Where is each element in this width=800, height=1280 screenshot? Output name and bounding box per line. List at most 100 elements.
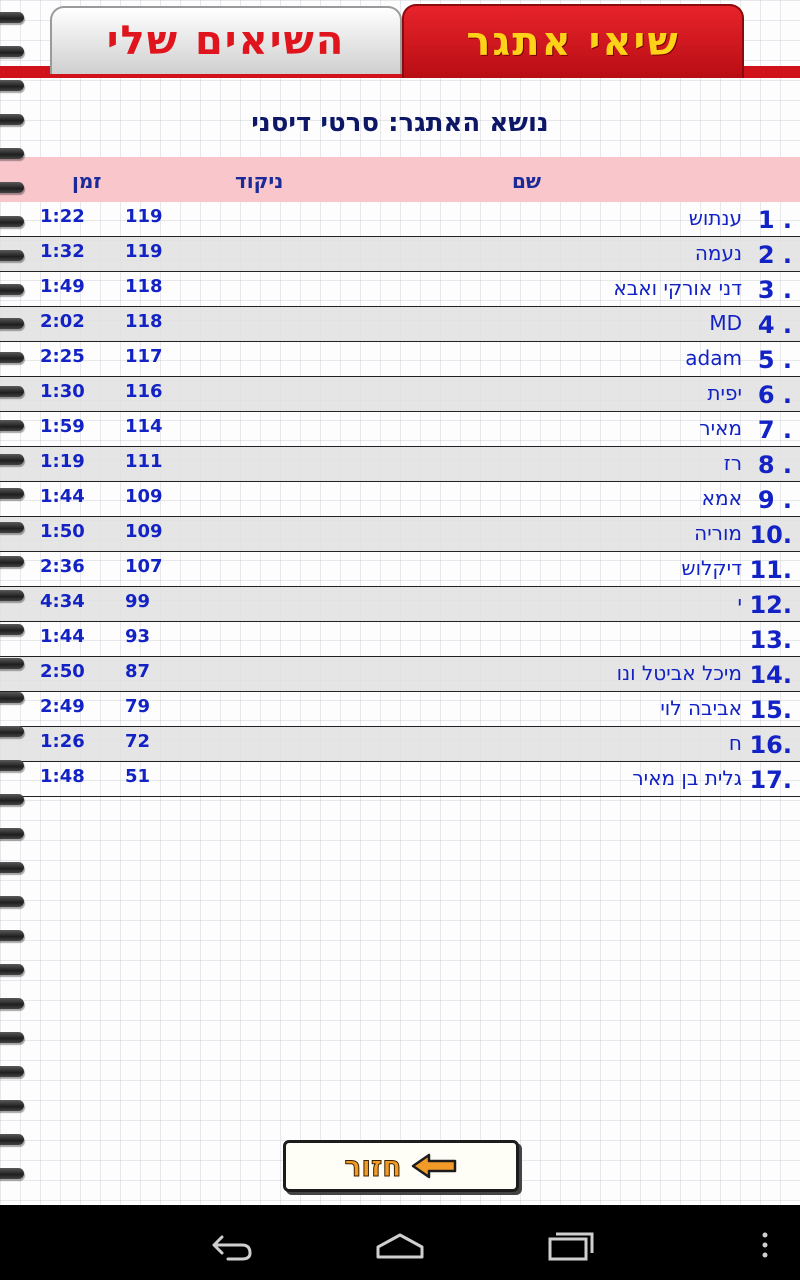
spiral-ring <box>0 114 24 125</box>
table-row: 10. מוריה 109 1:50 <box>0 517 800 552</box>
back-button[interactable]: חזור <box>283 1140 519 1192</box>
row-time: 1:49 <box>40 276 85 297</box>
spiral-ring <box>0 896 24 907</box>
table-row: 1 . ענתוש 119 1:22 <box>0 202 800 237</box>
row-time: 2:02 <box>40 311 85 332</box>
spiral-ring <box>0 250 24 261</box>
spiral-ring <box>0 1032 24 1043</box>
row-name: דיקלוש <box>681 556 742 580</box>
table-row: 17. גלית בן מאיר 51 1:48 <box>0 762 800 797</box>
row-name: מוריה <box>694 521 742 545</box>
row-time: 2:25 <box>40 346 85 367</box>
table-row: 4 . MD 118 2:02 <box>0 307 800 342</box>
spiral-ring <box>0 182 24 193</box>
spiral-ring <box>0 1066 24 1077</box>
spiral-ring <box>0 930 24 941</box>
row-name: יפית <box>707 381 742 405</box>
menu-icon[interactable] <box>750 1225 780 1265</box>
row-score: 114 <box>125 416 163 437</box>
spiral-ring <box>0 964 24 975</box>
spiral-ring <box>0 420 24 431</box>
tab-bar: השיאים שלי שיאי אתגר <box>0 0 800 80</box>
row-score: 107 <box>125 556 163 577</box>
row-score: 72 <box>125 731 151 752</box>
recents-icon[interactable] <box>540 1225 600 1265</box>
table-row: 5 . adam 117 2:25 <box>0 342 800 377</box>
row-score: 119 <box>125 241 163 262</box>
row-time: 1:22 <box>40 206 85 227</box>
tab-challenge-records[interactable]: שיאי אתגר <box>402 4 744 78</box>
spiral-ring <box>0 318 24 329</box>
spiral-ring <box>0 216 24 227</box>
spiral-ring <box>0 1134 24 1145</box>
spiral-ring <box>0 658 24 669</box>
row-time: 1:30 <box>40 381 85 402</box>
spiral-ring <box>0 862 24 873</box>
row-time: 1:50 <box>40 521 85 542</box>
table-row: 14. מיכל אביטל ונו 87 2:50 <box>0 657 800 692</box>
row-score: 99 <box>125 591 151 612</box>
spiral-ring <box>0 794 24 805</box>
spiral-ring <box>0 454 24 465</box>
back-button-label: חזור <box>344 1149 402 1183</box>
row-name: י <box>737 591 742 615</box>
system-nav-bar <box>0 1205 800 1280</box>
row-score: 111 <box>125 451 163 472</box>
row-time: 2:49 <box>40 696 85 717</box>
spiral-ring <box>0 828 24 839</box>
table-row: 9 . אמא 109 1:44 <box>0 482 800 517</box>
page-title: נושא האתגר: סרטי דיסני <box>251 108 549 138</box>
home-icon[interactable] <box>370 1225 430 1265</box>
row-name: רז <box>723 451 742 475</box>
row-time: 2:50 <box>40 661 85 682</box>
tab-my-records[interactable]: השיאים שלי <box>50 6 402 74</box>
spiral-ring <box>0 760 24 771</box>
row-time: 1:19 <box>40 451 85 472</box>
row-score: 79 <box>125 696 151 717</box>
row-name: גלית בן מאיר <box>632 766 742 790</box>
spiral-ring <box>0 556 24 567</box>
row-score: 87 <box>125 661 151 682</box>
arrow-left-icon <box>412 1153 457 1179</box>
table-row: 6 . יפית 116 1:30 <box>0 377 800 412</box>
table-row: 16. ח 72 1:26 <box>0 727 800 762</box>
row-name: adam <box>685 346 742 370</box>
row-name: ח <box>728 731 742 755</box>
row-time: 1:44 <box>40 626 85 647</box>
back-icon[interactable] <box>200 1225 260 1265</box>
table-header: שם ניקוד זמן <box>0 157 800 202</box>
spiral-ring <box>0 488 24 499</box>
spiral-ring <box>0 590 24 601</box>
column-header-time: זמן <box>72 169 102 193</box>
row-score: 119 <box>125 206 163 227</box>
row-name: אביבה לוי <box>660 696 742 720</box>
row-score: 116 <box>125 381 163 402</box>
spiral-binding <box>0 0 30 1205</box>
row-score: 93 <box>125 626 151 647</box>
row-score: 117 <box>125 346 163 367</box>
row-time: 1:32 <box>40 241 85 262</box>
row-name: ענתוש <box>688 206 742 230</box>
row-time: 2:36 <box>40 556 85 577</box>
spiral-ring <box>0 148 24 159</box>
row-name: MD <box>709 311 742 335</box>
table-row: 3 . דני אורקי ואבא 118 1:49 <box>0 272 800 307</box>
table-row: 2 . נעמה 119 1:32 <box>0 237 800 272</box>
spiral-ring <box>0 284 24 295</box>
row-time: 1:59 <box>40 416 85 437</box>
spiral-ring <box>0 386 24 397</box>
table-row: 11. דיקלוש 107 2:36 <box>0 552 800 587</box>
spiral-ring <box>0 726 24 737</box>
table-row: 15. אביבה לוי 79 2:49 <box>0 692 800 727</box>
row-score: 109 <box>125 521 163 542</box>
table-row: 12. י 99 4:34 <box>0 587 800 622</box>
table-row: 13. 93 1:44 <box>0 622 800 657</box>
row-name: דני אורקי ואבא <box>613 276 742 300</box>
row-name: נעמה <box>694 241 742 265</box>
spiral-ring <box>0 522 24 533</box>
spiral-ring <box>0 80 24 91</box>
row-time: 4:34 <box>40 591 85 612</box>
spiral-ring <box>0 1100 24 1111</box>
spiral-ring <box>0 1168 24 1179</box>
row-name: מיכל אביטל ונו <box>616 661 742 685</box>
